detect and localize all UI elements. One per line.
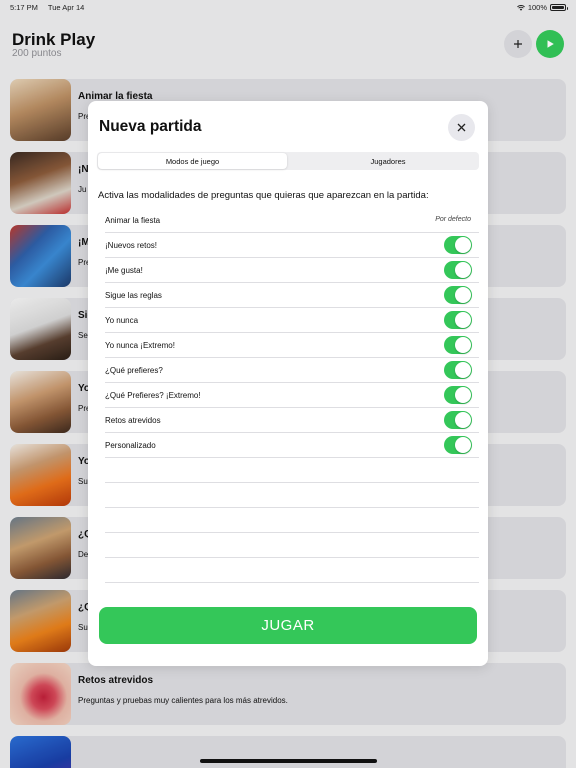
- mode-row: ¡Me gusta!: [105, 258, 479, 283]
- empty-row: [105, 558, 479, 583]
- empty-row: [105, 508, 479, 533]
- mode-toggle[interactable]: [444, 236, 472, 254]
- mode-toggle[interactable]: [444, 411, 472, 429]
- tab-game-modes[interactable]: Modos de juego: [98, 153, 287, 169]
- modes-list: Animar la fiesta Por defecto ¡Nuevos ret…: [105, 208, 479, 583]
- mode-row-default: Animar la fiesta Por defecto: [105, 208, 479, 233]
- mode-label: ¡Me gusta!: [105, 266, 143, 275]
- mode-row: ¡Nuevos retos!: [105, 233, 479, 258]
- tab-players[interactable]: Jugadores: [297, 153, 479, 169]
- close-icon: [457, 123, 466, 132]
- close-button[interactable]: [448, 114, 475, 141]
- mode-row: Personalizado: [105, 433, 479, 458]
- instructions-text: Activa las modalidades de preguntas que …: [98, 190, 429, 201]
- default-badge: Por defecto: [435, 216, 471, 223]
- mode-toggle[interactable]: [444, 311, 472, 329]
- home-indicator: [200, 759, 377, 763]
- mode-row: Sigue las reglas: [105, 283, 479, 308]
- mode-row: ¿Qué Prefieres? ¡Extremo!: [105, 383, 479, 408]
- mode-toggle[interactable]: [444, 336, 472, 354]
- mode-label: Retos atrevidos: [105, 416, 161, 425]
- empty-row: [105, 458, 479, 483]
- new-game-modal: Nueva partida Modos de juego Jugadores A…: [88, 101, 488, 666]
- empty-row: [105, 483, 479, 508]
- mode-row: Retos atrevidos: [105, 408, 479, 433]
- mode-toggle[interactable]: [444, 436, 472, 454]
- modal-title: Nueva partida: [99, 118, 202, 135]
- mode-row: Yo nunca: [105, 308, 479, 333]
- mode-label: Personalizado: [105, 441, 156, 450]
- empty-row: [105, 533, 479, 558]
- mode-label: Yo nunca: [105, 316, 139, 325]
- mode-label: Animar la fiesta: [105, 216, 161, 225]
- mode-toggle[interactable]: [444, 361, 472, 379]
- mode-toggle[interactable]: [444, 386, 472, 404]
- mode-toggle[interactable]: [444, 261, 472, 279]
- mode-toggle[interactable]: [444, 286, 472, 304]
- mode-row: ¿Qué prefieres?: [105, 358, 479, 383]
- mode-label: Sigue las reglas: [105, 291, 162, 300]
- mode-label: ¿Qué Prefieres? ¡Extremo!: [105, 391, 201, 400]
- mode-label: ¡Nuevos retos!: [105, 241, 158, 250]
- play-game-button[interactable]: JUGAR: [99, 607, 477, 644]
- mode-segmented-control: Modos de juego Jugadores: [97, 152, 479, 170]
- mode-label: Yo nunca ¡Extremo!: [105, 341, 175, 350]
- mode-label: ¿Qué prefieres?: [105, 366, 163, 375]
- mode-row: Yo nunca ¡Extremo!: [105, 333, 479, 358]
